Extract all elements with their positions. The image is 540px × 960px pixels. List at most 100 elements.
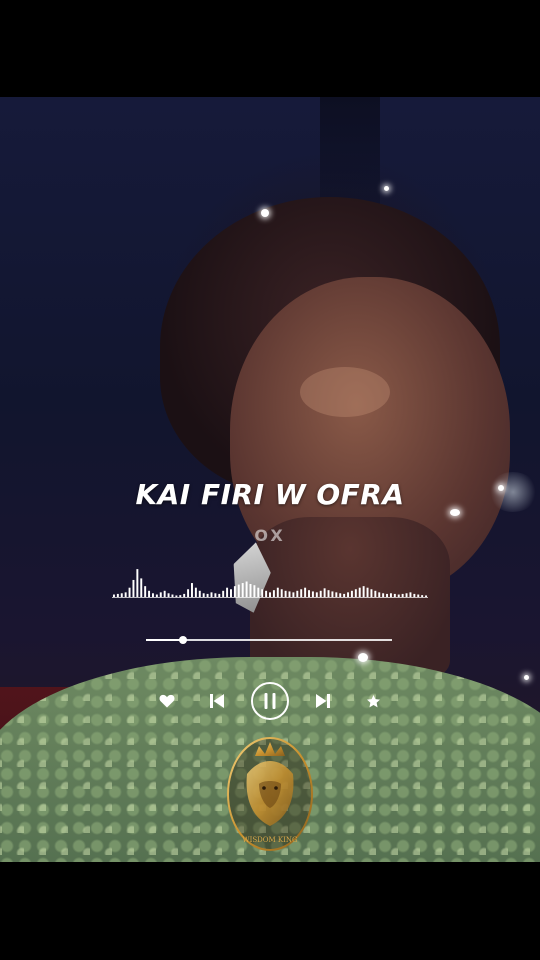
waveform-bar bbox=[237, 584, 240, 597]
previous-button[interactable] bbox=[204, 680, 230, 722]
waveform-bar bbox=[194, 587, 197, 597]
waveform-bar bbox=[311, 591, 314, 597]
waveform-bar bbox=[241, 583, 244, 597]
waveform-bar bbox=[253, 585, 256, 597]
waveform-bar bbox=[159, 592, 162, 597]
waveform-bar bbox=[421, 595, 424, 597]
waveform-bar bbox=[319, 590, 322, 597]
waveform-bar bbox=[140, 578, 143, 597]
waveform-bar bbox=[151, 593, 154, 597]
waveform-bar bbox=[382, 593, 385, 597]
waveform-bar bbox=[292, 592, 295, 597]
waveform-bar bbox=[233, 586, 236, 597]
waveform-bar bbox=[187, 589, 190, 597]
waveform-bar bbox=[393, 593, 396, 597]
waveform-bar bbox=[265, 590, 268, 597]
heart-icon bbox=[159, 694, 175, 708]
waveform-bar bbox=[401, 593, 404, 597]
waveform-bar bbox=[171, 594, 174, 597]
waveform-bar bbox=[374, 590, 377, 597]
waveform-bar bbox=[249, 583, 252, 597]
waveform-bar bbox=[210, 592, 213, 597]
waveform-bar bbox=[163, 590, 166, 597]
waveform-bar bbox=[128, 587, 131, 597]
sparkle-icon bbox=[261, 209, 269, 217]
waveform-bar bbox=[112, 594, 115, 597]
waveform-bar bbox=[183, 593, 186, 597]
waveform-bar bbox=[261, 589, 264, 597]
waveform-bar bbox=[315, 592, 318, 597]
artist-name: OX bbox=[254, 526, 286, 545]
next-button[interactable] bbox=[310, 680, 336, 722]
wisdom-king-logo: WISDOM KING bbox=[227, 737, 313, 851]
waveform-bar bbox=[339, 593, 342, 597]
waveform-bar bbox=[136, 569, 139, 597]
waveform-bar bbox=[120, 593, 123, 597]
waveform-bar bbox=[397, 594, 400, 597]
waveform-bar bbox=[191, 583, 193, 597]
letterbox-bottom bbox=[0, 862, 540, 960]
letterbox-top bbox=[0, 0, 540, 97]
sparkle-icon bbox=[358, 653, 368, 662]
playback-controls bbox=[150, 680, 390, 722]
skip-previous-icon bbox=[210, 694, 224, 708]
sparkle-icon bbox=[524, 675, 529, 680]
waveform-baseline bbox=[112, 597, 428, 598]
waveform-bar bbox=[218, 593, 221, 597]
waveform-bar bbox=[214, 593, 217, 597]
waveform-bar bbox=[417, 594, 420, 597]
waveform-bar bbox=[425, 595, 428, 597]
pause-button[interactable] bbox=[250, 680, 290, 722]
progress-bar[interactable] bbox=[146, 634, 392, 646]
waveform-bar bbox=[202, 593, 205, 597]
waveform-bar bbox=[304, 587, 307, 597]
waveform-bar bbox=[366, 587, 369, 597]
waveform-bar bbox=[300, 589, 303, 597]
waveform-bar bbox=[308, 590, 310, 597]
progress-knob[interactable] bbox=[178, 636, 187, 644]
waveform-bar bbox=[331, 591, 334, 597]
waveform-bar bbox=[389, 593, 392, 597]
waveform-bar bbox=[343, 593, 346, 597]
waveform-bar bbox=[124, 592, 127, 597]
favorite-button[interactable] bbox=[360, 680, 386, 722]
waveform-bar bbox=[409, 592, 412, 597]
waveform-bar bbox=[350, 590, 353, 597]
waveform-bar bbox=[179, 595, 182, 597]
waveform-bar bbox=[347, 592, 349, 597]
waveform-bar bbox=[327, 590, 330, 597]
waveform-bar bbox=[167, 593, 170, 597]
waveform-bar bbox=[386, 593, 389, 597]
waveform-bar bbox=[116, 593, 119, 597]
sparkle-icon bbox=[384, 186, 389, 191]
waveform-bar bbox=[206, 593, 209, 597]
waveform-bar bbox=[323, 588, 326, 597]
waveform-bar bbox=[222, 590, 225, 597]
waveform-bar bbox=[148, 590, 151, 597]
waveform-bar bbox=[230, 589, 232, 597]
waveform-bar bbox=[175, 595, 178, 597]
waveform-bar bbox=[272, 590, 275, 597]
waveform-bar bbox=[132, 579, 135, 597]
waveform-bar bbox=[226, 587, 229, 597]
like-button[interactable] bbox=[154, 680, 180, 722]
waveform-bar bbox=[370, 589, 373, 597]
waveform-bar bbox=[354, 589, 357, 597]
waveform-bar bbox=[280, 589, 283, 597]
pause-icon bbox=[251, 682, 289, 720]
song-title: KAI FIRI W OFRA bbox=[135, 478, 405, 511]
waveform-bar bbox=[155, 594, 158, 597]
waveform-bar bbox=[269, 592, 271, 597]
waveform-bar bbox=[245, 581, 248, 597]
cheek-highlight bbox=[300, 367, 390, 417]
waveform-bar bbox=[284, 590, 287, 597]
logo-text: WISDOM KING bbox=[242, 836, 298, 844]
skip-next-icon bbox=[316, 694, 330, 708]
waveform-bar bbox=[257, 587, 260, 597]
audio-waveform bbox=[112, 569, 428, 598]
waveform-bar bbox=[296, 590, 299, 597]
waveform-bar bbox=[405, 593, 408, 597]
waveform-bar bbox=[276, 587, 279, 597]
waveform-bar bbox=[144, 586, 147, 597]
star-icon bbox=[366, 694, 380, 707]
